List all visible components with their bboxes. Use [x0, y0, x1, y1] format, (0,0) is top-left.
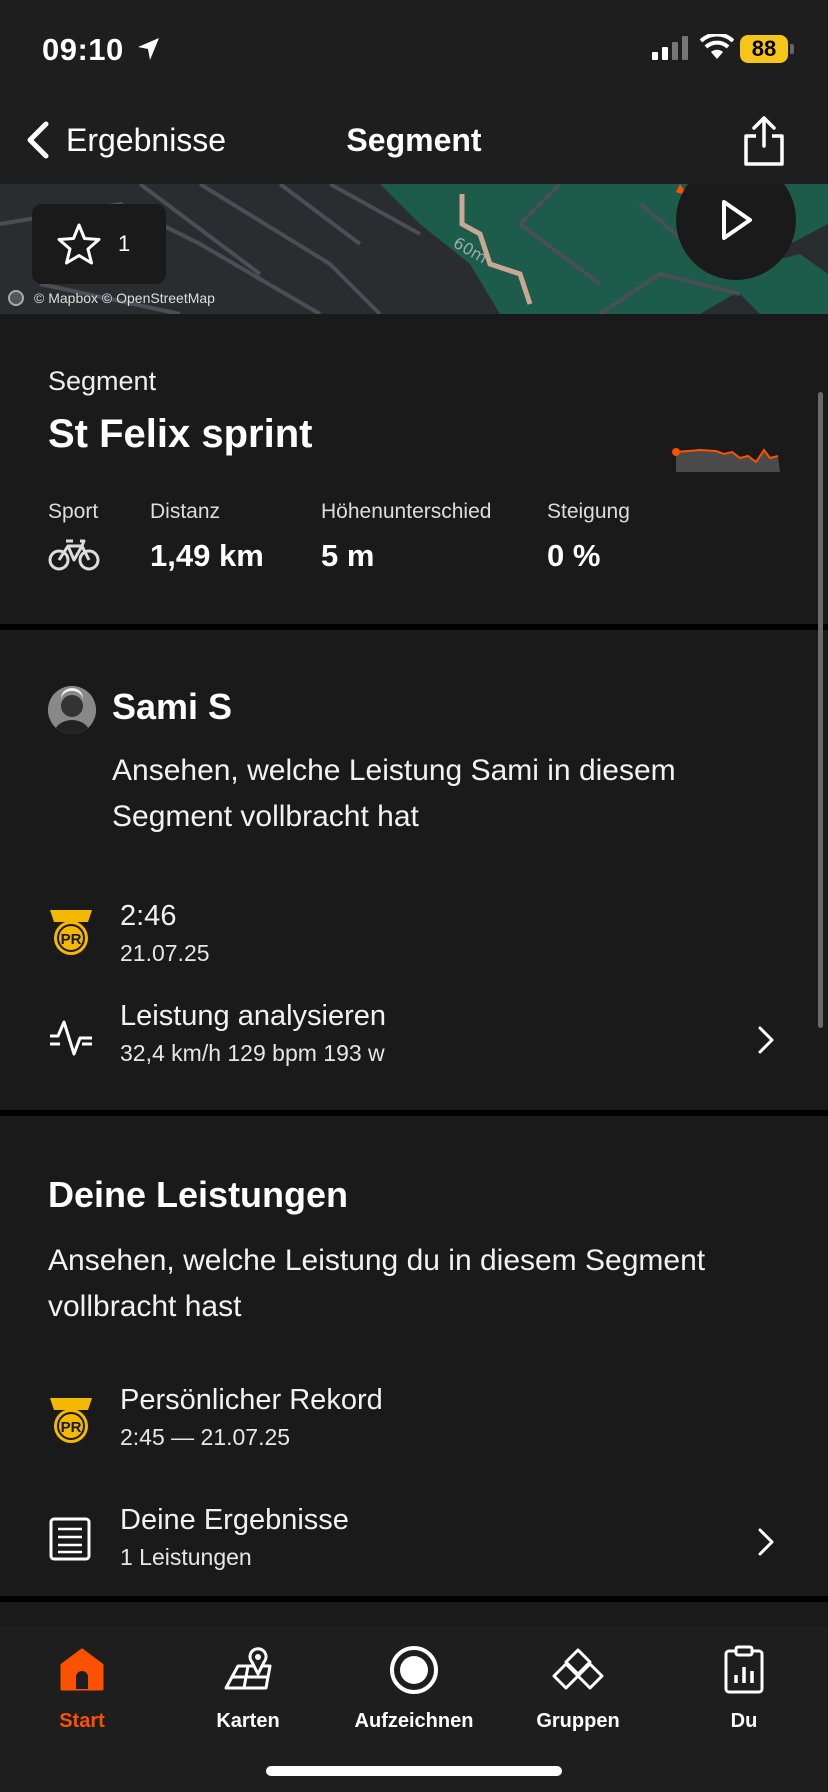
tab-label: Du [730, 1710, 758, 1732]
home-icon [60, 1648, 104, 1691]
pulse-icon [50, 1020, 92, 1056]
your-efforts-card: Deine Leistungen Ansehen, welche Leistun… [0, 1116, 828, 1596]
nav-bar: Ergebnisse Segment [0, 100, 828, 184]
stat-sport: Sport [48, 500, 100, 577]
pr-date: 21.07.25 [120, 940, 210, 966]
your-results-title: Deine Ergebnisse [120, 1504, 349, 1536]
share-icon[interactable] [742, 114, 786, 168]
groups-icon [552, 1648, 604, 1690]
tab-du[interactable]: Du [662, 1640, 826, 1733]
attribution-text: © Mapbox © OpenStreetMap [34, 290, 215, 306]
segment-map[interactable]: 60m 1 © Mapbox © OpenStreetMap [0, 184, 828, 314]
segment-name: St Felix sprint [48, 412, 313, 456]
your-results-row[interactable]: Deine Ergebnisse 1 Leistungen [0, 1504, 828, 1594]
maps-icon [224, 1647, 272, 1690]
svg-text:PR: PR [61, 1419, 82, 1436]
personal-record-value: 2:45 — 21.07.25 [120, 1424, 291, 1450]
chevron-right-icon [758, 1528, 774, 1556]
athlete-effort-card: Sami S Ansehen, welche Leistung Sami in … [0, 630, 828, 1110]
home-indicator[interactable] [266, 1766, 562, 1776]
your-results-count: 1 Leistungen [120, 1544, 252, 1570]
svg-text:PR: PR [61, 931, 82, 948]
play-icon [722, 200, 752, 240]
bike-icon [48, 539, 100, 571]
segment-info-card: Segment St Felix sprint Sport Distanz 1,… [0, 314, 828, 624]
your-efforts-description: Ansehen, welche Leistung du in diesem Se… [48, 1244, 706, 1323]
stat-grade: Steigung 0 % [547, 500, 630, 574]
wifi-icon [700, 34, 734, 59]
athlete-description: Ansehen, welche Leistung Sami in diesem … [112, 754, 676, 833]
pr-medal-icon: PR [50, 1398, 92, 1443]
avatar-image [48, 686, 96, 734]
star-icon [57, 223, 101, 265]
battery-level: 88 [740, 35, 788, 63]
stat-label: Steigung [547, 500, 630, 523]
analyze-stats: 32,4 km/h 129 bpm 193 w [120, 1040, 385, 1066]
scrollbar[interactable] [818, 392, 823, 1028]
athlete-name[interactable]: Sami S [112, 686, 232, 728]
analyze-effort-row[interactable]: Leistung analysieren 32,4 km/h 129 bpm 1… [0, 1000, 828, 1104]
tab-label: Gruppen [536, 1710, 620, 1732]
your-efforts-title: Deine Leistungen [48, 1174, 349, 1215]
page-title: Segment [346, 122, 482, 158]
mapbox-logo-icon [8, 290, 24, 306]
tab-label: Aufzeichnen [354, 1710, 474, 1732]
tab-gruppen[interactable]: Gruppen [496, 1640, 660, 1733]
tab-label: Start [59, 1710, 105, 1732]
battery-tip [790, 44, 794, 54]
elevation-profile-icon [672, 448, 780, 472]
location-arrow-icon [138, 38, 159, 60]
cellular-signal-icon [652, 36, 688, 60]
stat-label: Sport [48, 500, 99, 523]
record-icon [390, 1646, 438, 1694]
tab-start[interactable]: Start [0, 1640, 164, 1733]
you-icon [724, 1645, 764, 1694]
pr-time: 2:46 [120, 900, 177, 932]
tab-label: Karten [216, 1710, 280, 1732]
status-time: 09:10 [42, 32, 124, 67]
chevron-right-icon [758, 1026, 774, 1054]
results-list-icon [49, 1517, 91, 1561]
stat-value: 5 m [321, 538, 375, 573]
status-bar: 09:10 88 [0, 0, 828, 100]
stat-label: Distanz [150, 500, 221, 523]
stat-label: Höhenunterschied [321, 500, 492, 523]
stat-elevation: Höhenunterschied 5 m [321, 500, 491, 574]
favorite-button[interactable]: 1 [32, 204, 166, 284]
stat-distance: Distanz 1,49 km [150, 500, 264, 574]
segment-label: Segment [48, 366, 157, 396]
avatar[interactable] [48, 686, 96, 734]
analyze-title: Leistung analysieren [120, 1000, 387, 1032]
favorite-count: 1 [118, 231, 131, 256]
tab-karten[interactable]: Karten [166, 1640, 330, 1733]
stat-value: 1,49 km [150, 538, 264, 573]
map-attribution[interactable]: © Mapbox © OpenStreetMap [8, 290, 215, 306]
stat-value: 0 % [547, 538, 601, 573]
pr-medal-icon: PR [50, 910, 92, 955]
personal-record-title: Persönlicher Rekord [120, 1384, 383, 1416]
next-card [0, 1602, 828, 1626]
tab-aufzeichnen[interactable]: Aufzeichnen [332, 1640, 496, 1733]
